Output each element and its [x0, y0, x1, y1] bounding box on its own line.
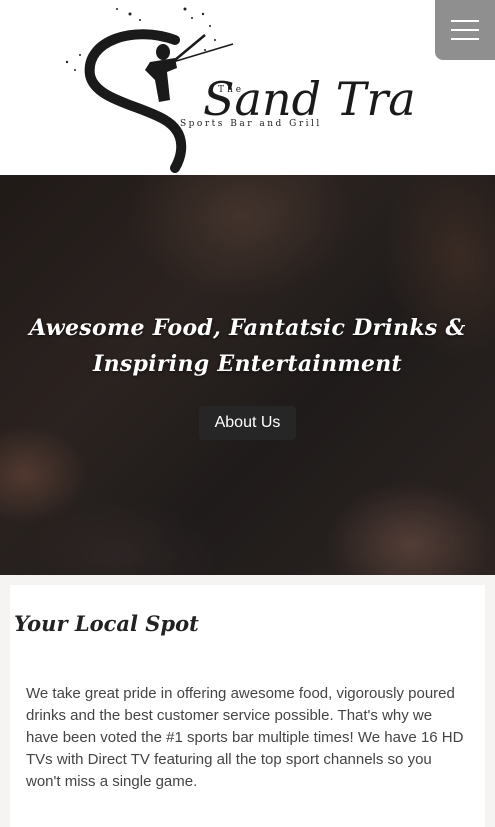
hero-title: Awesome Food, Fantatsic Drinks & Inspiri…: [0, 310, 495, 382]
section-title: Your Local Spot: [14, 611, 199, 636]
menu-button[interactable]: [435, 0, 495, 60]
section-body: We take great pride in offering awesome …: [26, 685, 464, 790]
site-header: The Sand Trap Sports Bar and Grill: [0, 0, 495, 175]
svg-text:Sports Bar and Grill: Sports Bar and Grill: [180, 119, 322, 129]
local-spot-card: Your Local Spot We take great pride in o…: [10, 585, 485, 827]
hamburger-menu-icon: [451, 20, 479, 22]
about-us-button[interactable]: About Us: [198, 406, 297, 440]
hero-title-line-1: Awesome Food, Fantatsic Drinks &: [29, 315, 466, 341]
hero-content: Awesome Food, Fantatsic Drinks & Inspiri…: [0, 310, 495, 440]
svg-text:Sand Trap: Sand Trap: [203, 72, 415, 126]
hero-banner: Awesome Food, Fantatsic Drinks & Inspiri…: [0, 175, 495, 575]
hero-title-line-2: Inspiring Entertainment: [92, 351, 402, 377]
sand-trap-logo[interactable]: The Sand Trap Sports Bar and Grill: [55, 0, 415, 175]
